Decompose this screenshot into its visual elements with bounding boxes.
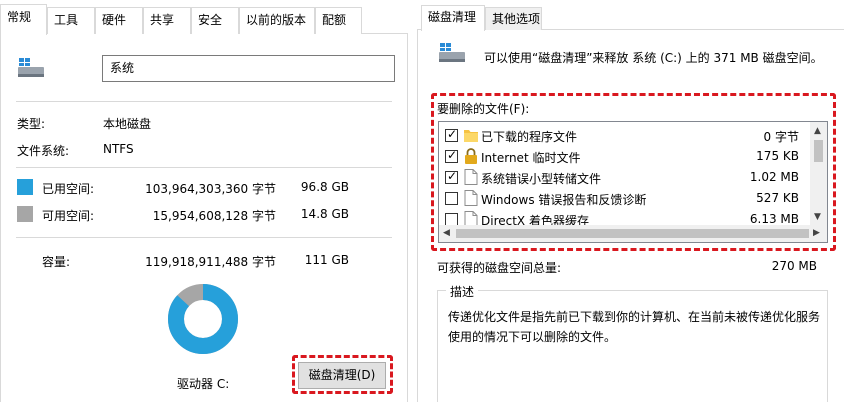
used-space-size: 96.8 GB (300, 180, 349, 194)
free-space-bytes: 15,954,608,128 字节 (152, 209, 276, 223)
type-label: 类型: (17, 117, 46, 131)
capacity-label: 容量: (42, 255, 71, 269)
cleanup-tab-strip: 磁盘清理 其他选项 (417, 0, 844, 31)
drive-icon (18, 58, 44, 77)
tab-disk-cleanup[interactable]: 磁盘清理 (421, 5, 485, 31)
filesystem-label: 文件系统: (17, 144, 70, 158)
used-space-bytes: 103,964,303,360 字节 (145, 182, 276, 196)
drive-name-field[interactable]: 系统 (102, 55, 395, 82)
total-space-value: 270 MB (771, 259, 817, 273)
description-group: 描述 传递优化文件是指先前已下载到你的计算机、在当前未被传递优化服务使用的情况下… (437, 283, 828, 402)
description-text: 传递优化文件是指先前已下载到你的计算机、在当前未被传递优化服务使用的情况下可以删… (448, 310, 821, 344)
highlight-box (292, 355, 393, 394)
cleanup-intro-text: 可以使用“磁盘清理”来释放 系统 (C:) 上的 371 MB 磁盘空间。 (484, 51, 823, 65)
usage-donut-chart (168, 284, 238, 354)
tab-hardware[interactable]: 硬件 (95, 7, 143, 34)
used-space-label: 已用空间: (42, 182, 95, 196)
drive-properties-dialog: 常规 工具 硬件 共享 安全 以前的版本 配额 系统 类型: 本地磁盘 文件系统… (0, 0, 408, 402)
drive-letter-label: 驱动器 C: (177, 377, 230, 391)
drive-icon (439, 43, 465, 62)
separator (16, 101, 392, 102)
total-space-label: 可获得的磁盘空间总量: (437, 261, 562, 275)
used-space-swatch (17, 179, 33, 195)
highlight-box (431, 93, 836, 251)
description-legend: 描述 (446, 283, 479, 300)
type-value: 本地磁盘 (103, 117, 152, 131)
filesystem-value: NTFS (103, 142, 134, 156)
tab-sharing[interactable]: 共享 (143, 7, 191, 34)
tab-more-options[interactable]: 其他选项 (485, 7, 542, 30)
tab-security[interactable]: 安全 (191, 7, 239, 34)
capacity-size: 111 GB (304, 253, 349, 267)
tab-general[interactable]: 常规 (0, 4, 47, 35)
free-space-swatch (17, 206, 33, 222)
tab-tools[interactable]: 工具 (47, 7, 95, 34)
free-space-label: 可用空间: (42, 209, 95, 223)
disk-cleanup-dialog: 磁盘清理 其他选项 可以使用“磁盘清理”来释放 系统 (C:) 上的 371 M… (417, 0, 844, 402)
separator (16, 237, 392, 238)
tab-quota[interactable]: 配额 (315, 7, 362, 34)
capacity-bytes: 119,918,911,488 字节 (145, 255, 276, 269)
separator (16, 167, 392, 168)
tab-previous-versions[interactable]: 以前的版本 (239, 7, 315, 34)
free-space-size: 14.8 GB (300, 207, 349, 221)
properties-tab-strip: 常规 工具 硬件 共享 安全 以前的版本 配额 (0, 0, 408, 35)
